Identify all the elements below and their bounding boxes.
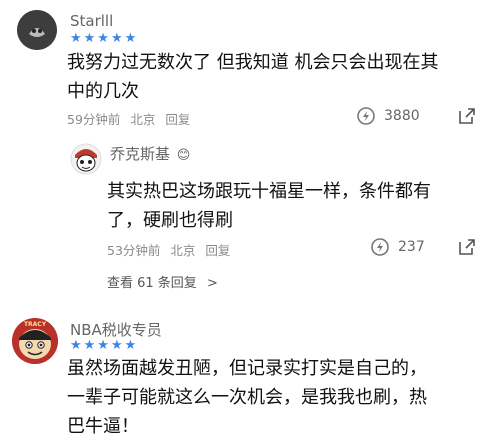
location: 北京 <box>170 243 196 258</box>
username[interactable]: NBA税收专员 <box>70 319 162 340</box>
comment-meta: 59分钟前 北京 回复 <box>67 109 200 128</box>
comment-line: 一辈子可能就这么一次机会，是我我也刷，热 <box>67 387 427 408</box>
share-button[interactable] <box>457 237 477 257</box>
comment-line: 中的几次 <box>67 81 139 102</box>
reply-button[interactable]: 回复 <box>165 112 190 127</box>
user-badge-icon: 😊 <box>176 148 191 163</box>
avatar-image-icon <box>70 143 102 175</box>
timestamp: 53分钟前 <box>107 243 161 258</box>
like-button[interactable]: 3880 <box>356 106 420 126</box>
comment-line: 巴牛逼！ <box>67 416 139 437</box>
comment-text: 虽然场面越发丑陋，但记录实打实是自己的， 一辈子可能就这么一次机会，是我我也刷，… <box>67 354 487 441</box>
avatar[interactable]: TRACY <box>12 318 58 364</box>
username[interactable]: 乔克斯基 😊 <box>110 143 190 164</box>
reply-button[interactable]: 回复 <box>205 243 230 258</box>
comment-line: 其实热巴这场跟玩十福星一样，条件都有 <box>107 181 431 202</box>
comment-text: 我努力过无数次了 但我知道 机会只会出现在其 中的几次 <box>67 48 487 106</box>
share-button[interactable] <box>457 106 477 126</box>
like-count: 3880 <box>384 108 420 124</box>
comment-meta: 53分钟前 北京 回复 <box>107 240 240 259</box>
location: 北京 <box>130 112 156 127</box>
chevron-right-icon: > <box>206 276 218 291</box>
timestamp: 59分钟前 <box>67 112 121 127</box>
username[interactable]: Starlll <box>70 12 113 30</box>
comment-text: 其实热巴这场跟玩十福星一样，条件都有 了，硬刷也得刷 <box>107 177 487 235</box>
like-count: 237 <box>398 239 425 255</box>
avatar[interactable] <box>70 143 102 175</box>
avatar[interactable] <box>17 10 57 50</box>
avatar-label: TRACY <box>23 321 47 328</box>
star-rating: ★★★★★ <box>70 338 139 353</box>
like-icon <box>357 107 375 125</box>
avatar-image-icon <box>17 10 57 50</box>
star-rating: ★★★★★ <box>70 31 139 46</box>
comment-line: 我努力过无数次了 但我知道 机会只会出现在其 <box>67 52 439 73</box>
view-replies-label: 查看 61 条回复 <box>107 276 197 291</box>
share-icon <box>459 239 475 255</box>
share-icon <box>459 108 475 124</box>
username-text: 乔克斯基 <box>110 145 171 163</box>
comment-line: 虽然场面越发丑陋，但记录实打实是自己的， <box>67 358 427 379</box>
like-button[interactable]: 237 <box>370 237 425 257</box>
comment-line: 了，硬刷也得刷 <box>107 210 233 231</box>
view-replies-link[interactable]: 查看 61 条回复 > <box>107 272 218 291</box>
like-icon <box>371 238 389 256</box>
